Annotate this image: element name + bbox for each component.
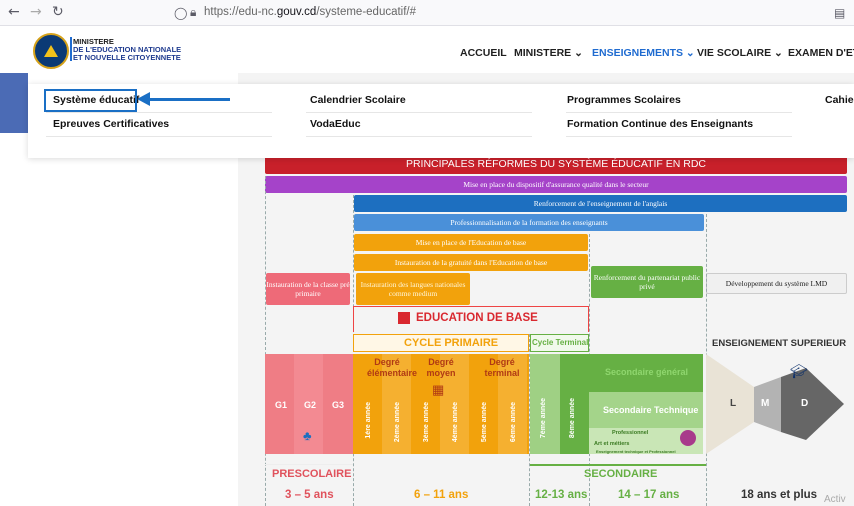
secondaire-label: SECONDAIRE	[584, 468, 658, 480]
age-prescolaire: 3 – 5 ans	[285, 489, 334, 501]
arts-metiers-label: Art et métiers	[594, 441, 630, 447]
year-5: 5ème année	[481, 402, 488, 443]
age-terminal: 12-13 ans	[535, 489, 588, 501]
year-7: 7ème année	[540, 398, 547, 439]
divider	[306, 136, 532, 137]
menu-cahier[interactable]: Cahie	[825, 94, 854, 106]
lmd-d: D	[801, 398, 809, 409]
menu-vodaeduc[interactable]: VodaEduc	[310, 118, 361, 130]
grade-g1: G1	[275, 400, 288, 410]
bar-langues-nationales: Instauration des langues nationales comm…	[356, 273, 470, 305]
divider	[46, 136, 272, 137]
bar-education-base: Mise en place de l'Education de base	[354, 234, 588, 251]
professionnel-label: Professionnel	[612, 430, 649, 436]
cycle-terminal-label: Cycle Terminal	[532, 338, 589, 347]
menu-epreuves-certificatives[interactable]: Epreuves Certificatives	[53, 118, 169, 130]
age-secondaire: 14 – 17 ans	[618, 489, 680, 501]
education-base-label: EDUCATION DE BASE	[416, 312, 538, 324]
guide-line	[265, 176, 266, 506]
year-1: 1ère année	[365, 402, 372, 439]
year-8: 8ème année	[569, 398, 576, 439]
divider	[566, 112, 792, 113]
degre-terminal: Degré terminal	[484, 357, 520, 378]
activate-watermark: Activ	[824, 494, 846, 505]
bar-assurance-qualite: Mise en place du dispositif d'assurance …	[265, 176, 847, 193]
school-icon	[398, 312, 410, 324]
enseignement-superieur-label: ENSEIGNEMENT SUPERIEUR	[712, 338, 847, 349]
bar-gratuite: Instauration de la gratuité dans l'Educa…	[354, 254, 588, 271]
highlight-box	[44, 89, 137, 112]
age-primaire: 6 – 11 ans	[414, 489, 469, 501]
tools-icon	[680, 430, 696, 446]
grade-g2: G2	[304, 400, 317, 410]
graduation-cap-icon: 🎓︎	[790, 363, 808, 379]
bar-partenariat: Renforcement du partenariat public privé	[591, 266, 703, 298]
menu-formation-continue[interactable]: Formation Continue des Enseignants	[567, 118, 753, 130]
year-4: 4ème année	[452, 402, 459, 443]
prescolaire-label: PRESCOLAIRE	[272, 468, 352, 480]
year-6: 6ème année	[510, 402, 517, 443]
divider	[566, 136, 792, 137]
pointer-arrow-line	[148, 98, 230, 101]
divider	[46, 112, 272, 113]
secondaire-technique-label: Secondaire Technique	[603, 405, 699, 415]
age-superieur: 18 ans et plus	[741, 489, 818, 501]
child-icon: ♣	[303, 428, 312, 443]
year-2: 2ème année	[394, 402, 401, 443]
menu-programmes-scolaires[interactable]: Programmes Scolaires	[567, 94, 681, 106]
bar-anglais: Renforcement de l'enseignement de l'angl…	[354, 195, 847, 212]
cycle-primaire-label: CYCLE PRIMAIRE	[404, 337, 499, 349]
bar-formation-enseignants: Professionnalisation de la formation des…	[354, 214, 704, 231]
lmd-funnel	[706, 354, 844, 454]
teacher-board-icon: ▦	[432, 382, 445, 397]
divider	[306, 112, 532, 113]
bar-lmd: Développement du système LMD	[706, 273, 847, 294]
bar-classe-pre-primaire: Instauration de la classe pré primaire	[266, 273, 350, 305]
menu-calendrier-scolaire[interactable]: Calendrier Scolaire	[310, 94, 406, 106]
grade-g3: G3	[332, 400, 345, 410]
lmd-l: L	[730, 398, 737, 409]
enseignement-tech-label: Enseignement technique et Professionnel	[596, 449, 676, 454]
secondaire-general-label: Secondaire général	[605, 367, 689, 377]
degre-moyen: Degré moyen	[426, 357, 456, 378]
year-3: 3ème année	[423, 402, 430, 443]
degre-elementaire: Degré élémentaire	[367, 357, 418, 378]
lmd-m: M	[761, 398, 770, 409]
